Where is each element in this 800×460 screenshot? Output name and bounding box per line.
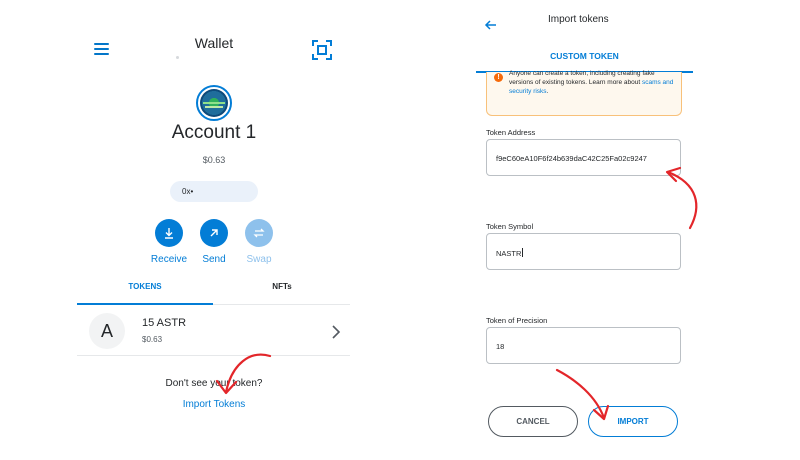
network-dot: [176, 56, 179, 59]
download-icon: [165, 228, 173, 239]
page-title: Wallet: [194, 35, 234, 51]
receive-button[interactable]: Receive: [146, 219, 192, 265]
tab-nfts[interactable]: NFTs: [214, 275, 350, 305]
arrow-up-right-icon: [210, 229, 218, 237]
send-label: Send: [202, 254, 226, 265]
token-precision-input[interactable]: 18: [486, 327, 681, 364]
import-tokens-link[interactable]: Import Tokens: [0, 399, 428, 410]
token-symbol-label: Token Symbol: [486, 222, 534, 231]
token-address-value: f9eC60eA10F6f24b639daC42C25Fa02c9247: [496, 154, 647, 163]
receive-label: Receive: [150, 254, 188, 265]
token-address-input[interactable]: f9eC60eA10F6f24b639daC42C25Fa02c9247: [486, 139, 681, 176]
token-amount: 15 ASTR: [142, 317, 187, 329]
token-address-label: Token Address: [486, 128, 536, 137]
account-balance: $0.63: [202, 155, 226, 165]
warning-icon: !: [494, 73, 503, 82]
token-symbol-input[interactable]: NASTR: [486, 233, 681, 270]
token-list-item[interactable]: A 15 ASTR $0.63: [77, 306, 350, 356]
token-symbol-value: NASTR: [496, 249, 522, 258]
account-name[interactable]: Account 1: [0, 122, 428, 144]
warning-text: Anyone can create a token, including cre…: [509, 69, 679, 96]
swap-icon: [253, 228, 265, 238]
text-caret: [522, 248, 524, 257]
warning-message: Anyone can create a token, including cre…: [509, 70, 655, 86]
tab-tokens[interactable]: TOKENS: [77, 275, 213, 305]
missing-token-prompt: Don't see your token?: [165, 378, 263, 389]
warning-period: .: [546, 88, 549, 95]
wallet-screen: Wallet Account 1 $0.63 0x• Receive Send …: [0, 0, 420, 460]
import-button[interactable]: IMPORT: [588, 406, 678, 437]
import-tokens-screen: Import tokens CUSTOM TOKEN ! Anyone can …: [420, 0, 800, 460]
token-avatar: A: [89, 313, 125, 349]
account-avatar[interactable]: [196, 85, 232, 121]
asset-tabs: TOKENS NFTs: [77, 275, 350, 305]
cancel-button[interactable]: CANCEL: [488, 406, 578, 437]
token-fiat-value: $0.63: [142, 335, 163, 344]
back-arrow-icon[interactable]: [484, 18, 498, 32]
token-precision-value: 18: [496, 342, 505, 351]
token-precision-label: Token of Precision: [486, 316, 548, 325]
swap-button[interactable]: Swap: [236, 219, 282, 265]
scam-warning-banner: ! Anyone can create a token, including c…: [486, 69, 682, 116]
address-copy-pill[interactable]: 0x•: [170, 181, 258, 202]
send-button[interactable]: Send: [191, 219, 237, 265]
chevron-right-icon[interactable]: [331, 325, 341, 339]
page-title: Import tokens: [548, 14, 609, 25]
scan-qr-icon[interactable]: [312, 40, 332, 60]
swap-label: Swap: [246, 254, 272, 265]
